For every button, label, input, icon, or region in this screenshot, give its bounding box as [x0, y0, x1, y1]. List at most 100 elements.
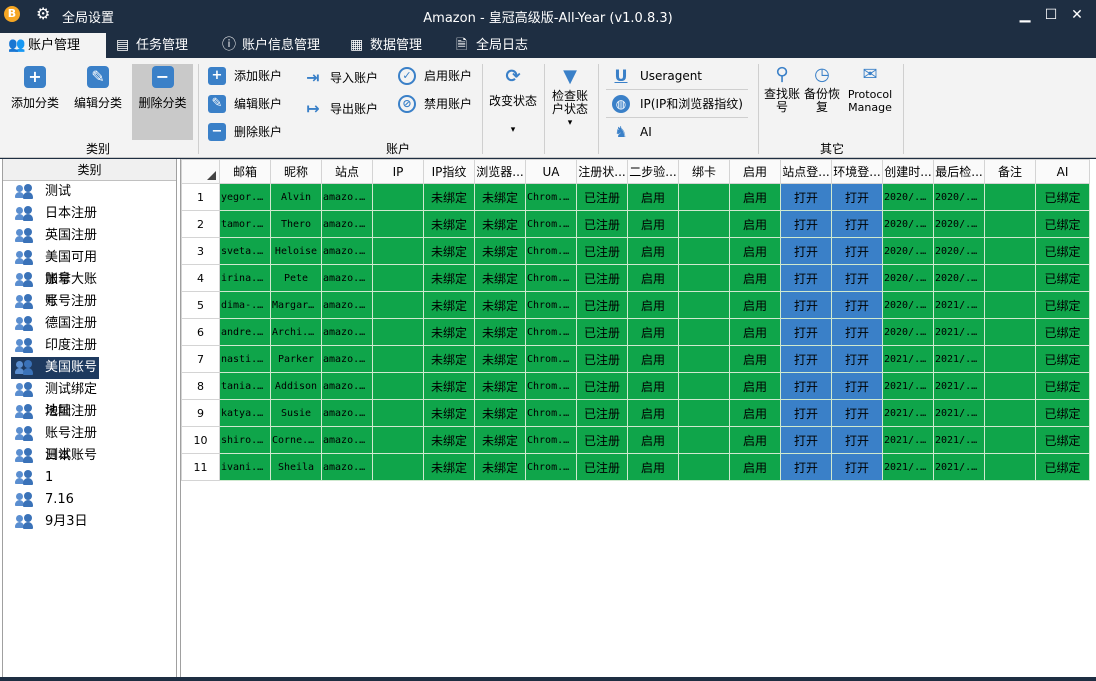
table-row[interactable]: 9 katya... Susie amazo... 未绑定 未绑定 Chrom... 已注册启…: [181, 399, 1090, 427]
sidebar-item[interactable]: 日本注册: [11, 203, 103, 225]
cell-env-login[interactable]: 打开: [831, 318, 883, 346]
add-account-button[interactable]: + 添加账户: [208, 65, 282, 87]
close-icon[interactable]: ✕: [1068, 6, 1086, 24]
cell-env-login[interactable]: 打开: [831, 426, 883, 454]
edit-account-button[interactable]: ✎ 编辑账户: [208, 93, 282, 115]
tab-account-info[interactable]: ⓘ 账户信息管理: [214, 33, 334, 58]
ai-button[interactable]: ♞ AI: [612, 121, 651, 143]
cell-env-login[interactable]: 打开: [831, 291, 883, 319]
cell-env-login[interactable]: 打开: [831, 264, 883, 292]
useragent-button[interactable]: U Useragent: [612, 65, 703, 87]
table-row[interactable]: 6 andre... Archi... amazo... 未绑定 未绑定 Chrom... 已…: [181, 318, 1090, 346]
sidebar-item[interactable]: 账号注册: [11, 291, 103, 313]
table-row[interactable]: 11 ivani... Sheila amazo... 未绑定 未绑定 Chrom... 已注…: [181, 453, 1090, 481]
table-row[interactable]: 1 yegor... Alvin amazo... 未绑定 未绑定 Chrom... 已注册启…: [181, 183, 1090, 211]
column-header[interactable]: IP指纹: [423, 159, 475, 184]
column-header[interactable]: 站点登...: [780, 159, 832, 184]
sidebar-item[interactable]: 英国注册: [11, 225, 103, 247]
sidebar-item[interactable]: 加拿大账号: [11, 269, 103, 309]
row-number[interactable]: 11: [181, 453, 220, 481]
import-account-button[interactable]: ⇥ 导入账户: [304, 67, 378, 89]
tab-data-management[interactable]: ▦ 数据管理: [342, 33, 442, 58]
sidebar-item[interactable]: 德国注册: [11, 313, 103, 335]
table-row[interactable]: 5 dima-... Margaret amazo... 未绑定 未绑定 Chrom... 已…: [181, 291, 1090, 319]
column-header[interactable]: 启用: [729, 159, 781, 184]
cell-env-login[interactable]: 打开: [831, 183, 883, 211]
sidebar-item[interactable]: 1: [11, 467, 103, 489]
cell-site-login[interactable]: 打开: [780, 237, 832, 265]
column-header[interactable]: 创建时...: [882, 159, 934, 184]
find-account-button[interactable]: ⚲ 查找账号: [762, 64, 802, 140]
row-number[interactable]: 7: [181, 345, 220, 373]
column-header[interactable]: UA: [525, 159, 577, 184]
sidebar-item[interactable]: 法国注册: [11, 401, 103, 423]
dropdown-arrow-icon[interactable]: ▾: [548, 118, 592, 128]
sidebar-item[interactable]: 美国可用账号: [11, 247, 103, 287]
row-number[interactable]: 2: [181, 210, 220, 238]
cell-site-login[interactable]: 打开: [780, 426, 832, 454]
row-number[interactable]: 4: [181, 264, 220, 292]
enable-account-button[interactable]: ✓ 启用账户: [398, 65, 472, 87]
row-number[interactable]: 5: [181, 291, 220, 319]
column-header[interactable]: 站点: [321, 159, 373, 184]
cell-site-login[interactable]: 打开: [780, 291, 832, 319]
change-status-button[interactable]: ⟳ 改变状态 ▾: [486, 64, 540, 140]
row-number[interactable]: 3: [181, 237, 220, 265]
cell-site-login[interactable]: 打开: [780, 345, 832, 373]
row-number[interactable]: 1: [181, 183, 220, 211]
sidebar-item[interactable]: 9月3日: [11, 511, 103, 533]
cell-site-login[interactable]: 打开: [780, 318, 832, 346]
protocol-manage-button[interactable]: ✉ Protocol Manage: [843, 64, 897, 140]
maximize-icon[interactable]: ☐: [1042, 6, 1060, 24]
column-header[interactable]: 注册状...: [576, 159, 628, 184]
sidebar-item[interactable]: 测试: [11, 181, 103, 203]
cell-env-login[interactable]: 打开: [831, 237, 883, 265]
table-row[interactable]: 4 irina... Pete amazo... 未绑定 未绑定 Chrom... 已注册 启用…: [181, 264, 1090, 292]
delete-category-button[interactable]: − 删除分类: [132, 64, 193, 140]
sidebar-item[interactable]: 测试绑定地址: [11, 379, 103, 419]
column-header[interactable]: 绑卡: [678, 159, 730, 184]
cell-site-login[interactable]: 打开: [780, 372, 832, 400]
cell-site-login[interactable]: 打开: [780, 399, 832, 427]
column-header[interactable]: AI: [1035, 159, 1090, 184]
row-number[interactable]: 10: [181, 426, 220, 454]
row-number[interactable]: 9: [181, 399, 220, 427]
select-all-corner[interactable]: [181, 159, 220, 184]
table-row[interactable]: 10 shiro... Corne... amazo... 未绑定 未绑定 Chrom...…: [181, 426, 1090, 454]
tab-task-management[interactable]: ▤ 任务管理: [108, 33, 206, 58]
tab-account-management[interactable]: 👥 账户管理: [0, 33, 106, 58]
table-row[interactable]: 3 sveta... Heloise amazo... 未绑定 未绑定 Chrom... 已注…: [181, 237, 1090, 265]
column-header[interactable]: 浏览器...: [474, 159, 526, 184]
tab-global-log[interactable]: 🗎 全局日志: [448, 33, 544, 58]
cell-env-login[interactable]: 打开: [831, 210, 883, 238]
sidebar-item[interactable]: 日本账号: [11, 445, 103, 467]
cell-site-login[interactable]: 打开: [780, 210, 832, 238]
row-number[interactable]: 8: [181, 372, 220, 400]
delete-account-button[interactable]: − 删除账户: [208, 121, 282, 143]
column-header[interactable]: 昵称: [270, 159, 322, 184]
cell-env-login[interactable]: 打开: [831, 453, 883, 481]
sidebar-item[interactable]: 账号注册测试: [11, 423, 103, 463]
table-row[interactable]: 2 tamor... Thero amazo... 未绑定 未绑定 Chrom... 已注册启…: [181, 210, 1090, 238]
column-header[interactable]: 二步验...: [627, 159, 679, 184]
table-row[interactable]: 8 tania... Addison amazo... 未绑定 未绑定 Chrom... 已注…: [181, 372, 1090, 400]
column-header[interactable]: IP: [372, 159, 424, 184]
dropdown-arrow-icon[interactable]: ▾: [486, 125, 540, 135]
cell-env-login[interactable]: 打开: [831, 372, 883, 400]
sidebar-item[interactable]: 印度注册: [11, 335, 103, 357]
backup-restore-button[interactable]: ◷ 备份恢复: [804, 64, 840, 140]
column-header[interactable]: 环境登...: [831, 159, 883, 184]
cell-site-login[interactable]: 打开: [780, 453, 832, 481]
cell-env-login[interactable]: 打开: [831, 345, 883, 373]
sidebar-item[interactable]: 美国账号2: [11, 357, 99, 397]
add-category-button[interactable]: + 添加分类: [6, 64, 64, 140]
cell-env-login[interactable]: 打开: [831, 399, 883, 427]
ip-fingerprint-button[interactable]: ◍ IP(IP和浏览器指纹): [612, 93, 743, 115]
row-number[interactable]: 6: [181, 318, 220, 346]
minimize-icon[interactable]: ▁: [1016, 6, 1034, 24]
cell-site-login[interactable]: 打开: [780, 183, 832, 211]
disable-account-button[interactable]: ⊘ 禁用账户: [398, 93, 472, 115]
check-status-button[interactable]: ▼ 检查账户状态 ▾: [548, 64, 592, 140]
cell-site-login[interactable]: 打开: [780, 264, 832, 292]
export-account-button[interactable]: ↦ 导出账户: [304, 98, 378, 120]
